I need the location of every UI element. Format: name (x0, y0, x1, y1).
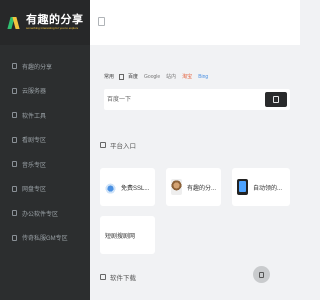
card-auto[interactable]: 自动领的... (232, 168, 290, 206)
sidebar-item-label: 网盘专区 (22, 187, 47, 193)
section-title-text: 平台入口 (110, 143, 136, 150)
search-input[interactable] (106, 89, 256, 110)
card-title: 短剧搜剧网 (105, 233, 136, 240)
sidebar-nav: 有趣的分享 云服务器 软件工具 看剧专区 音乐专区 网盘专区 办公软件专区 传奇… (0, 56, 90, 252)
sidebar-item-label: 看剧专区 (22, 138, 47, 144)
search-group-label[interactable]: 常用 (104, 73, 114, 80)
tab-baidu[interactable]: 百度 (128, 73, 138, 80)
checkbox-icon (119, 73, 125, 80)
tab-site[interactable]: 站内 (166, 73, 176, 80)
brand-subtitle: something interesting for you to explore (26, 26, 78, 30)
tab-google[interactable]: Google (144, 74, 160, 80)
logo-mark-icon (8, 15, 20, 31)
sidebar-item[interactable]: 云服务器 (0, 81, 90, 101)
sidebar-item-label: 传奇私服GM专区 (22, 236, 68, 242)
card-share[interactable]: 有趣的分... (166, 168, 221, 206)
search-box (104, 89, 290, 110)
search-icon (273, 96, 279, 103)
section-title-platform: 平台入口 (100, 140, 136, 150)
doc-icon (12, 161, 17, 167)
top-bar (90, 0, 300, 45)
brand-logo[interactable]: 有趣的分享 something interesting for you to e… (0, 0, 90, 45)
back-to-top-button[interactable] (253, 266, 270, 283)
card-title: 免费SSL... (121, 185, 150, 192)
sidebar-item[interactable]: 音乐专区 (0, 154, 90, 174)
sidebar-item-label: 有趣的分享 (22, 64, 53, 71)
card-ssl[interactable]: 免费SSL... (100, 168, 155, 206)
doc-icon (12, 87, 17, 94)
sidebar-item[interactable]: 软件工具 (0, 105, 90, 125)
brand-title: 有趣的分享 (26, 14, 84, 26)
phone-icon (237, 179, 248, 195)
doc-icon (12, 210, 17, 216)
sidebar-item[interactable]: 有趣的分享 (0, 56, 90, 76)
tab-bing[interactable]: Bing (198, 74, 208, 80)
section-title-software: 软件下载 (100, 272, 136, 282)
sidebar: 有趣的分享 something interesting for you to e… (0, 0, 90, 300)
doc-icon (12, 112, 17, 118)
card-title: 自动领的... (253, 185, 283, 192)
main-content: 常用 百度 Google 站内 淘宝 Bing 平台入口 免费SSL... 有趣… (90, 0, 300, 300)
sidebar-item-label: 音乐专区 (22, 162, 47, 169)
sidebar-item[interactable]: 网盘专区 (0, 179, 90, 199)
sidebar-item[interactable]: 办公软件专区 (0, 203, 90, 223)
sidebar-item-label: 办公软件专区 (22, 211, 59, 218)
sidebar-item[interactable]: 传奇私服GM专区 (0, 228, 90, 248)
card-drama[interactable]: 短剧搜剧网 (100, 216, 155, 254)
ssl-icon (105, 179, 116, 195)
menu-toggle-icon[interactable] (98, 17, 105, 26)
sidebar-item-label: 软件工具 (22, 113, 47, 120)
section-title-text: 软件下载 (110, 275, 136, 282)
sidebar-item[interactable]: 看剧专区 (0, 130, 90, 150)
search-button[interactable] (265, 92, 287, 107)
arrow-up-icon (259, 271, 264, 278)
doc-icon (12, 234, 17, 241)
sidebar-item-label: 云服务器 (22, 89, 47, 95)
tag-icon (100, 274, 106, 280)
avatar-icon (171, 179, 182, 195)
search-engine-tabs: 常用 百度 Google 站内 淘宝 Bing (104, 73, 214, 80)
tag-icon (100, 142, 106, 148)
doc-icon (12, 63, 17, 69)
doc-icon (12, 136, 17, 143)
card-title: 有趣的分... (187, 185, 217, 192)
tab-taobao[interactable]: 淘宝 (182, 73, 192, 80)
doc-icon (12, 185, 17, 192)
